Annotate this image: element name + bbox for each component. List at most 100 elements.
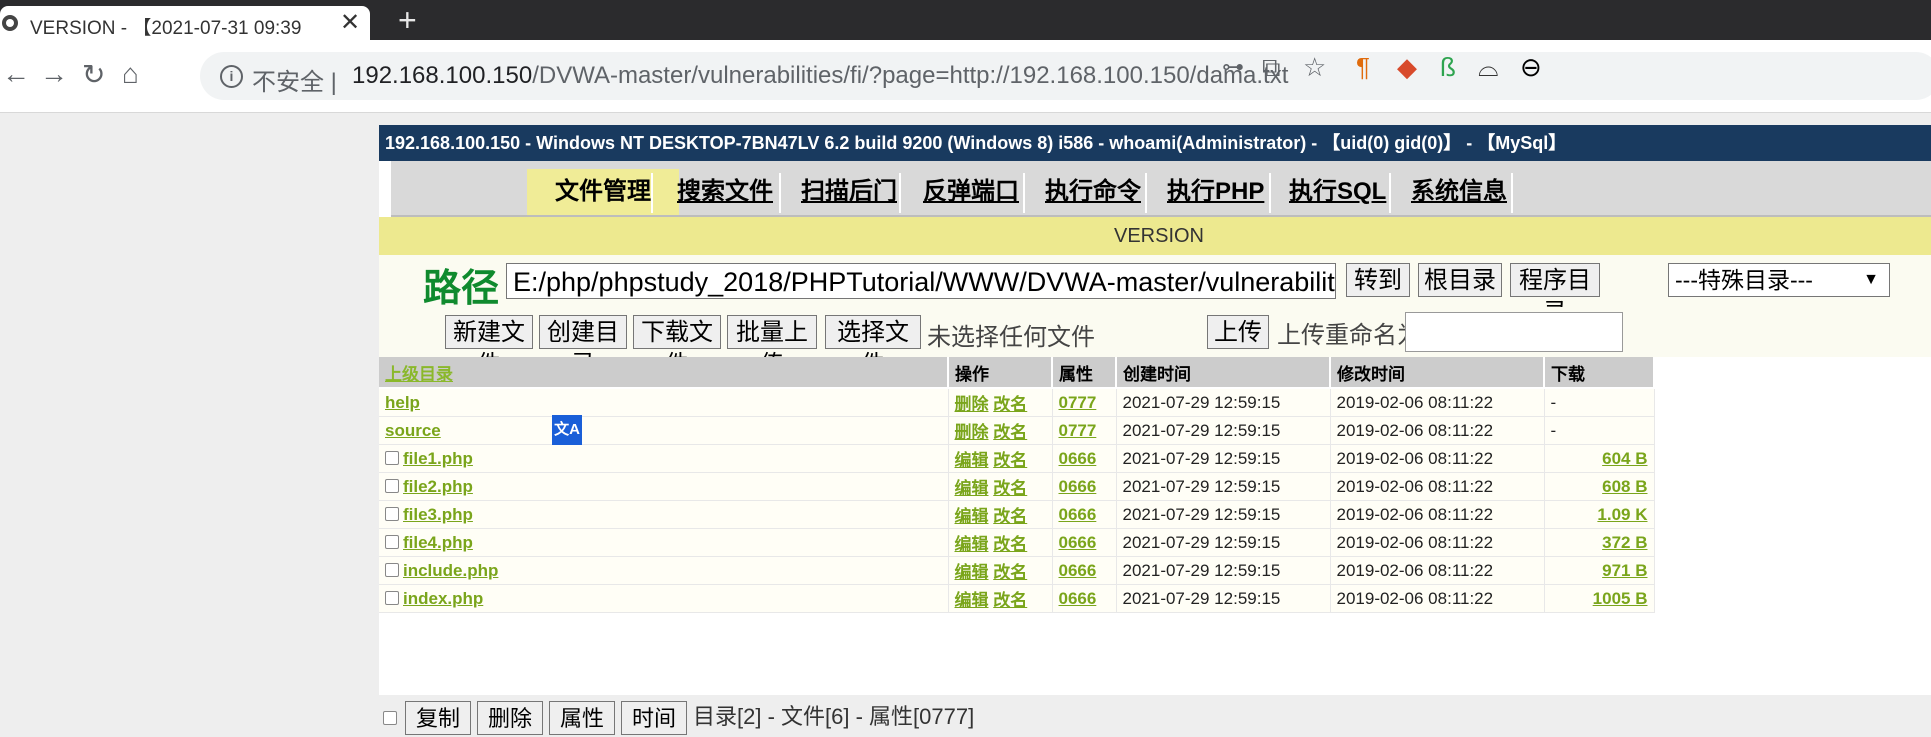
- paragraph-extension-icon[interactable]: ¶: [1356, 52, 1370, 83]
- upload-button[interactable]: 上传: [1207, 315, 1269, 349]
- info-icon[interactable]: i: [220, 65, 243, 88]
- forward-icon[interactable]: →: [40, 58, 68, 90]
- root-dir-button[interactable]: 根目录: [1418, 263, 1502, 297]
- special-dir-select[interactable]: ---特殊目录--- ▼: [1668, 263, 1890, 297]
- perm-link[interactable]: 0666: [1059, 505, 1097, 524]
- perm-link[interactable]: 0777: [1059, 421, 1097, 440]
- hat-extension-icon[interactable]: ⌓: [1478, 52, 1499, 84]
- new-file-button[interactable]: 新建文件: [445, 315, 533, 378]
- browser-toolbar: ← → ↻ ⌂ i 不安全 | 192.168.100.150/DVWA-mas…: [0, 40, 1931, 113]
- file-name-link[interactable]: include.php: [403, 561, 498, 580]
- new-dir-button[interactable]: 创建目录: [539, 315, 627, 378]
- menu-divider: [779, 173, 781, 213]
- file-name-link[interactable]: file1.php: [403, 449, 473, 468]
- perm-link[interactable]: 0666: [1059, 477, 1097, 496]
- back-icon[interactable]: ←: [2, 58, 30, 90]
- file-name-link[interactable]: file3.php: [403, 505, 473, 524]
- key-icon[interactable]: ⊶: [1222, 54, 1244, 80]
- row-checkbox[interactable]: [385, 506, 399, 521]
- row-rename-link[interactable]: 改名: [993, 423, 1027, 442]
- extension-icon[interactable]: ß: [1440, 52, 1456, 83]
- perm-link[interactable]: 0666: [1059, 533, 1097, 552]
- download-link[interactable]: 604 B: [1602, 449, 1647, 468]
- row-action-link[interactable]: 编辑: [955, 451, 989, 470]
- delete-button[interactable]: 删除: [477, 701, 543, 735]
- table-header-row: 上级目录 操作 属性 创建时间 修改时间 下载: [379, 357, 1655, 389]
- url-text[interactable]: 192.168.100.150/DVWA-master/vulnerabilit…: [352, 62, 1288, 90]
- row-checkbox[interactable]: [385, 478, 399, 493]
- row-rename-link[interactable]: 改名: [993, 479, 1027, 498]
- menu-exec-php[interactable]: 执行PHP: [1167, 169, 1264, 215]
- row-checkbox[interactable]: [385, 450, 399, 465]
- address-bar[interactable]: i 不安全 | 192.168.100.150/DVWA-master/vuln…: [200, 52, 1931, 100]
- file-name-link[interactable]: file2.php: [403, 477, 473, 496]
- download-link[interactable]: 1.09 K: [1597, 505, 1647, 524]
- download-link[interactable]: 971 B: [1602, 561, 1647, 580]
- row-rename-link[interactable]: 改名: [993, 395, 1027, 414]
- copy-button[interactable]: 复制: [405, 701, 471, 735]
- parent-dir-link[interactable]: 上级目录: [379, 357, 949, 389]
- menu-divider: [1389, 173, 1391, 213]
- row-action-link[interactable]: 删除: [955, 395, 989, 414]
- upload-rename-input[interactable]: [1405, 312, 1623, 352]
- download-file-button[interactable]: 下载文件: [633, 315, 721, 378]
- menu-exec-sql[interactable]: 执行SQL: [1289, 169, 1386, 215]
- row-rename-link[interactable]: 改名: [993, 563, 1027, 582]
- reload-icon[interactable]: ↻: [82, 58, 105, 91]
- menu-system-info[interactable]: 系统信息: [1411, 169, 1507, 215]
- row-checkbox[interactable]: [385, 590, 399, 605]
- star-icon[interactable]: ☆: [1303, 52, 1326, 83]
- menu-divider: [651, 173, 653, 213]
- col-download: 下载: [1544, 357, 1655, 389]
- row-action-link[interactable]: 编辑: [955, 479, 989, 498]
- menu-divider: [899, 173, 901, 213]
- goto-button[interactable]: 转到: [1346, 263, 1410, 297]
- translate-icon[interactable]: 文A: [552, 415, 582, 445]
- file-name-link[interactable]: index.php: [403, 589, 483, 608]
- row-rename-link[interactable]: 改名: [993, 591, 1027, 610]
- download-link[interactable]: 1005 B: [1593, 589, 1648, 608]
- close-icon[interactable]: ✕: [340, 8, 360, 37]
- attr-button[interactable]: 属性: [549, 701, 615, 735]
- browser-tab[interactable]: VERSION - 【2021-07-31 09:39 ✕: [0, 6, 370, 40]
- row-action-link[interactable]: 编辑: [955, 591, 989, 610]
- menu-reverse-port[interactable]: 反弹端口: [923, 169, 1019, 215]
- row-rename-link[interactable]: 改名: [993, 451, 1027, 470]
- perm-link[interactable]: 0666: [1059, 561, 1097, 580]
- row-rename-link[interactable]: 改名: [993, 535, 1027, 554]
- created-cell: 2021-07-29 12:59:15: [1116, 528, 1331, 557]
- modified-cell: 2019-02-06 08:11:22: [1330, 528, 1545, 557]
- perm-link[interactable]: 0666: [1059, 589, 1097, 608]
- file-name-link[interactable]: file4.php: [403, 533, 473, 552]
- file-name-link[interactable]: source: [385, 421, 441, 440]
- file-name-link[interactable]: help: [385, 393, 420, 412]
- perm-cell: 0777: [1052, 388, 1117, 417]
- home-icon[interactable]: ⌂: [122, 58, 139, 90]
- translate-page-icon[interactable]: ⧉: [1262, 52, 1281, 84]
- perm-link[interactable]: 0666: [1059, 449, 1097, 468]
- row-action-link[interactable]: 删除: [955, 423, 989, 442]
- program-dir-button[interactable]: 程序目录: [1510, 263, 1600, 326]
- menu-file-manager[interactable]: 文件管理: [527, 169, 679, 215]
- row-action-link[interactable]: 编辑: [955, 507, 989, 526]
- perm-link[interactable]: 0777: [1059, 393, 1097, 412]
- batch-upload-button[interactable]: 批量上传: [727, 315, 817, 378]
- row-checkbox[interactable]: [385, 534, 399, 549]
- row-checkbox[interactable]: [385, 562, 399, 577]
- path-input[interactable]: E:/php/phpstudy_2018/PHPTutorial/WWW/DVW…: [506, 263, 1336, 299]
- download-link[interactable]: 372 B: [1602, 533, 1647, 552]
- menu-exec-command[interactable]: 执行命令: [1045, 169, 1141, 215]
- menu-search-files[interactable]: 搜索文件: [677, 169, 773, 215]
- time-button[interactable]: 时间: [621, 701, 687, 735]
- download-link[interactable]: 608 B: [1602, 477, 1647, 496]
- menu-scan-backdoor[interactable]: 扫描后门: [801, 169, 897, 215]
- row-action-link[interactable]: 编辑: [955, 563, 989, 582]
- new-tab-button[interactable]: +: [398, 2, 417, 39]
- modified-cell: 2019-02-06 08:11:22: [1330, 416, 1545, 445]
- row-rename-link[interactable]: 改名: [993, 507, 1027, 526]
- circle-extension-icon[interactable]: ⊖: [1520, 52, 1542, 83]
- select-all-checkbox[interactable]: [383, 711, 397, 725]
- shield-extension-icon[interactable]: ◆: [1397, 52, 1417, 83]
- choose-file-button[interactable]: 选择文件: [825, 315, 921, 378]
- row-action-link[interactable]: 编辑: [955, 535, 989, 554]
